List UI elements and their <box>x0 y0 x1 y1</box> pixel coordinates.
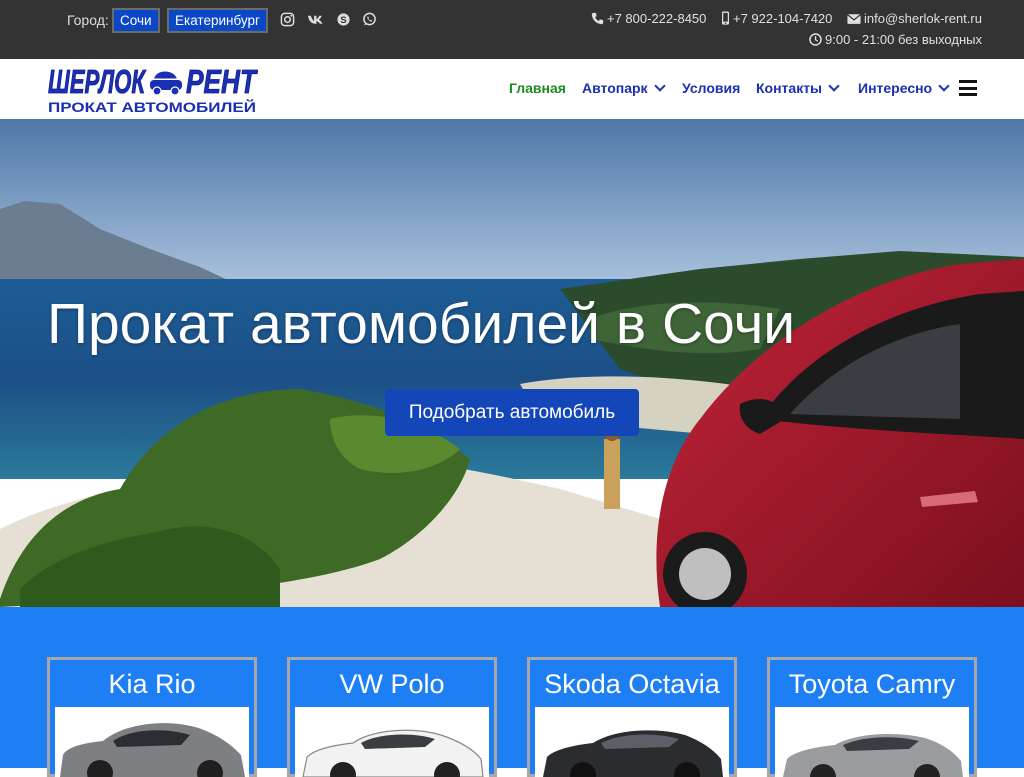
whatsapp-icon[interactable] <box>362 12 378 28</box>
car-silhouette-icon <box>543 730 723 777</box>
top-bar: Город: Сочи Екатеринбург S +7 800-222-84… <box>0 0 1024 59</box>
phone-1[interactable]: +7 800-222-8450 <box>591 11 706 26</box>
car-card-toyota-camry[interactable]: Toyota Camry <box>767 657 977 777</box>
nav-home[interactable]: Главная <box>509 80 566 96</box>
phone-1-text: +7 800-222-8450 <box>607 11 707 26</box>
logo-text-sherlok: ШЕРЛОК <box>48 63 147 100</box>
mobile-phone-icon <box>722 11 729 25</box>
hero-banner: Прокат автомобилей в Сочи Подобрать авто… <box>0 119 1024 607</box>
nav-home-label: Главная <box>509 80 566 96</box>
hamburger-menu-icon[interactable] <box>959 80 977 96</box>
chevron-down-icon <box>653 80 666 92</box>
car-silhouette-icon <box>783 733 963 777</box>
phone-icon <box>591 12 604 25</box>
phone-2-text: +7 922-104-7420 <box>733 11 833 26</box>
nav-fleet[interactable]: Автопарк <box>582 80 666 96</box>
car-photo <box>775 707 969 777</box>
logo-text-rent: РЕНТ <box>186 63 258 100</box>
car-card-kia-rio[interactable]: Kia Rio <box>47 657 257 777</box>
nav-contacts[interactable]: Контакты <box>756 80 840 96</box>
hero-background-image <box>0 119 1024 607</box>
working-hours-text: 9:00 - 21:00 без выходных <box>825 32 982 47</box>
site-logo[interactable]: ШЕРЛОК РЕНТ ПРОКАТ АВТОМОБИЛЕЙ <box>46 63 258 115</box>
car-name: VW Polo <box>339 669 445 699</box>
city-button-ekaterinburg[interactable]: Екатеринбург <box>167 8 268 33</box>
car-photo <box>535 707 729 777</box>
nav-fleet-label: Автопарк <box>582 80 648 96</box>
car-name: Skoda Octavia <box>544 669 720 699</box>
car-silhouette-icon <box>60 723 245 777</box>
car-card-vw-polo[interactable]: VW Polo <box>287 657 497 777</box>
nav-contacts-label: Контакты <box>756 80 823 96</box>
city-label: Город: <box>67 12 109 28</box>
phone-2[interactable]: +7 922-104-7420 <box>721 11 832 26</box>
svg-text:S: S <box>340 15 346 25</box>
car-silhouette-icon <box>302 729 484 777</box>
clock-icon <box>809 33 822 46</box>
instagram-icon[interactable] <box>280 12 296 28</box>
car-logo-icon <box>150 71 182 96</box>
hero-title: Прокат автомобилей в Сочи <box>47 292 796 356</box>
skype-icon[interactable]: S <box>336 12 352 28</box>
email-link[interactable]: info@sherlok-rent.ru <box>847 11 982 26</box>
car-photo <box>55 707 249 777</box>
chevron-down-icon <box>938 80 950 92</box>
nav-conditions-label: Условия <box>682 80 741 96</box>
email-text: info@sherlok-rent.ru <box>864 11 982 26</box>
working-hours: 9:00 - 21:00 без выходных <box>809 32 982 47</box>
chevron-down-icon <box>828 80 840 92</box>
vk-icon[interactable] <box>307 12 323 28</box>
car-name: Toyota Camry <box>788 669 956 699</box>
nav-conditions[interactable]: Условия <box>682 80 740 96</box>
car-photo <box>295 707 489 777</box>
car-card-skoda-octavia[interactable]: Skoda Octavia <box>527 657 737 777</box>
nav-interesting-label: Интересно <box>858 80 933 96</box>
nav-interesting[interactable]: Интересно <box>858 80 950 96</box>
logo-tagline: ПРОКАТ АВТОМОБИЛЕЙ <box>48 98 256 115</box>
pick-car-button[interactable]: Подобрать автомобиль <box>385 389 639 436</box>
car-name: Kia Rio <box>108 669 196 699</box>
envelope-icon <box>847 14 861 24</box>
city-button-sochi[interactable]: Сочи <box>112 8 160 33</box>
